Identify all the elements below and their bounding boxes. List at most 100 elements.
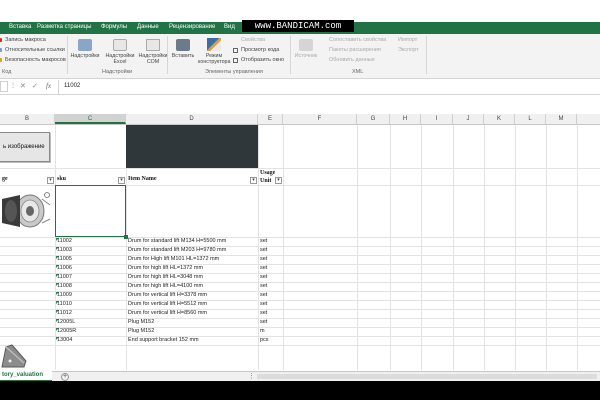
cell-item-name[interactable]: Drum for standard lift M203 H=9780 mm [128,246,226,254]
column-header-m[interactable]: M [546,114,577,124]
column-header-l[interactable]: L [515,114,546,124]
tab-view[interactable]: Вид [224,24,235,30]
filter-dropdown-item-name[interactable]: ▾ [250,177,257,184]
cell-unit[interactable]: set [260,282,267,290]
cell-unit[interactable]: set [260,291,267,299]
cell-item-name[interactable]: End support bracket 152 mm [128,336,199,344]
column-header-b[interactable]: B [0,114,55,124]
cell-item-name[interactable]: Drum for high lift HL=4100 mm [128,282,203,290]
formula-input[interactable]: 11002 [64,83,80,89]
filter-dropdown-image[interactable]: ▾ [47,177,54,184]
cell-item-name[interactable]: Drum for High lift M101 HL=1372 mm [128,255,219,263]
column-header-f[interactable]: F [283,114,357,124]
cell-unit[interactable]: set [260,237,267,245]
column-header-d[interactable]: D [126,114,258,124]
design-mode-button[interactable]: Режим конструктора [198,53,230,65]
expansion-packs-button[interactable]: Пакеты расширения [329,47,381,53]
properties-button[interactable]: Свойства [241,37,265,43]
column-headers: B C D E F G H I J K L M [0,114,600,125]
xml-source-button[interactable]: Источник [291,53,321,59]
cell-sku[interactable]: 11010 [57,300,72,308]
cell-sku[interactable]: 11009 [57,291,72,299]
cell-unit[interactable]: set [260,264,267,272]
filter-dropdown-sku[interactable]: ▾ [118,177,125,184]
cell-sku[interactable]: 11012 [57,309,72,317]
bracket-product-image[interactable] [0,341,30,369]
column-header-e[interactable]: E [258,114,283,124]
cell-sku[interactable]: 12005L [57,318,75,326]
ribbon-separator [426,36,427,74]
formula-bar: ⋮ ✕ ✓ fx 11002 [0,80,600,95]
cell-unit[interactable]: set [260,318,267,326]
com-addins-button[interactable]: Надстройки COM [136,53,170,65]
cell-sku[interactable]: 13004 [57,336,72,344]
tab-data[interactable]: Данные [137,24,159,30]
cell-sku[interactable]: 11007 [57,273,72,281]
run-dialog-icon [233,58,238,63]
sheet-grid[interactable]: ь изображение ge ▾ sku ▾ Item Name ▾ Usa… [0,125,600,370]
cell-unit[interactable]: set [260,246,267,254]
formula-divider [58,80,59,94]
column-header-k[interactable]: K [484,114,515,124]
cancel-icon[interactable]: ✕ [20,82,26,90]
insert-control-button[interactable]: Вставить [168,53,198,59]
cell-sku[interactable]: 11002 [57,237,72,245]
tab-page-layout[interactable]: Разметка страницы [37,24,91,30]
sheet-tab-active[interactable]: tory_valuation [0,371,52,381]
view-code-button[interactable]: Просмотр кода [241,47,279,53]
ribbon-developer: Запись макроса Относительные ссылки Безо… [0,34,600,79]
excel-addins-button[interactable]: Надстройки Excel [103,53,137,65]
name-box-dropdown-icon[interactable]: ⋮ [10,82,16,89]
addins-button[interactable]: Надстройки [68,53,102,59]
macro-security-button[interactable]: Безопасность макросов [5,57,66,63]
toolbox-icon [176,39,190,51]
cell-sku[interactable]: 11006 [57,264,72,272]
name-box[interactable] [0,81,8,92]
drum-product-image[interactable] [0,189,52,235]
cell-item-name[interactable]: Drum for high lift HL=1372 mm [128,264,203,272]
tab-insert[interactable]: Вставка [9,24,31,30]
tab-formulas[interactable]: Формулы [101,24,127,30]
cell-unit[interactable]: set [260,255,267,263]
cell-item-name[interactable]: Plug M152 [128,318,154,326]
record-macro-button[interactable]: Запись макроса [5,37,46,43]
insert-function-icon[interactable]: fx [46,82,51,90]
horizontal-scroll-menu-icon[interactable]: ⋮ [248,372,255,380]
cell-unit[interactable]: set [260,273,267,281]
cell-unit[interactable]: m [260,327,265,335]
cell-item-name[interactable]: Drum for high lift HL=3048 mm [128,273,203,281]
cell-item-name[interactable]: Drum for vertical lift H=5512 mm [128,300,207,308]
column-header-i[interactable]: I [421,114,453,124]
map-properties-button[interactable]: Сопоставить свойства [329,37,386,43]
run-dialog-button[interactable]: Отобразить окно [241,57,284,63]
cell-sku[interactable]: 11003 [57,246,72,254]
cell-sku[interactable]: 11005 [57,255,72,263]
macro-security-warning-icon [0,58,2,62]
selected-cell[interactable] [55,185,126,237]
cell-sku[interactable]: 12005R [57,327,76,335]
column-header-g[interactable]: G [357,114,390,124]
export-button[interactable]: Экспорт [398,47,419,53]
refresh-data-button[interactable]: Обновить данные [329,57,375,63]
insert-image-button[interactable]: ь изображение [0,132,50,162]
cell-unit[interactable]: pcs [260,336,269,344]
cell-sku[interactable]: 11008 [57,282,72,290]
import-button[interactable]: Импорт [398,37,417,43]
horizontal-scrollbar[interactable] [257,374,597,379]
enter-check-icon[interactable]: ✓ [32,82,38,90]
cell-item-name[interactable]: Drum for vertical lift H=8560 mm [128,309,207,317]
relative-refs-icon [0,48,2,52]
add-sheet-icon[interactable]: + [61,373,69,381]
relative-refs-button[interactable]: Относительные ссылки [5,47,65,53]
column-label-sku: sku [57,176,67,182]
tab-review[interactable]: Рецензирование [169,24,215,30]
column-header-j[interactable]: J [453,114,484,124]
cell-item-name[interactable]: Plug M152 [128,327,154,335]
cell-item-name[interactable]: Drum for vertical lift H=3378 mm [128,291,207,299]
filter-dropdown-usage-unit[interactable]: ▾ [275,177,282,184]
cell-unit[interactable]: set [260,309,267,317]
column-header-c[interactable]: C [55,114,126,124]
cell-item-name[interactable]: Drum for standard lift M134 H=5500 mm [128,237,226,245]
cell-unit[interactable]: set [260,300,267,308]
column-header-h[interactable]: H [390,114,421,124]
